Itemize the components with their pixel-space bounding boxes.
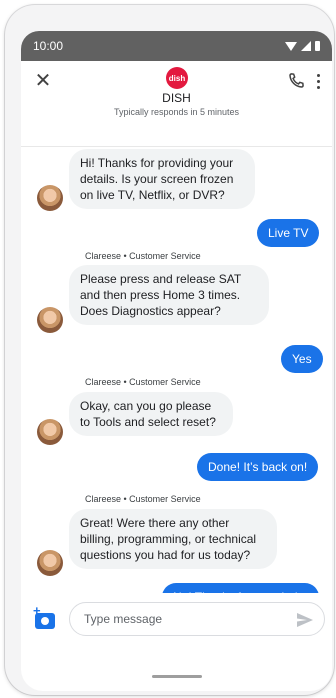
response-time-subtitle: Typically responds in 5 minutes <box>113 107 240 117</box>
message-input[interactable] <box>84 611 284 627</box>
message-bubble-user: Yes <box>281 345 323 373</box>
wifi-icon <box>285 41 297 51</box>
add-photo-icon[interactable]: + <box>33 603 59 631</box>
message-bubble-agent: Hi! Thanks for providing your details. I… <box>69 149 255 209</box>
brand-name: DISH <box>162 91 191 105</box>
sender-label: Clareese • Customer Service <box>85 251 201 261</box>
message-bubble-agent: Please press and release SAT and then pr… <box>69 265 269 325</box>
status-bar: 10:00 <box>21 31 332 61</box>
chat-header: ✕ dish DISH Typically responds in 5 minu… <box>21 61 332 147</box>
close-icon[interactable]: ✕ <box>31 69 55 93</box>
more-vert-icon[interactable] <box>310 71 326 91</box>
agent-avatar <box>37 307 63 333</box>
logo-text: dish <box>168 73 186 83</box>
message-bubble-agent: Great! Were there any other billing, pro… <box>69 509 277 569</box>
status-icons <box>285 41 320 51</box>
message-input-container[interactable] <box>69 602 325 636</box>
send-icon[interactable] <box>296 612 314 628</box>
phone-icon[interactable] <box>286 71 306 91</box>
status-time: 10:00 <box>33 39 64 53</box>
message-bubble-user: Live TV <box>257 219 320 247</box>
message-bubble-agent: Okay, can you go please to Tools and sel… <box>69 392 233 436</box>
sender-label: Clareese • Customer Service <box>85 377 201 387</box>
phone-frame: 10:00 ✕ dish DISH Typically responds in … <box>5 5 334 695</box>
message-composer: + <box>21 593 332 647</box>
battery-icon <box>315 41 320 51</box>
phone-screen: 10:00 ✕ dish DISH Typically responds in … <box>21 31 332 691</box>
agent-avatar <box>37 185 63 211</box>
message-bubble-user: Done! It’s back on! <box>197 453 319 481</box>
dish-logo: dish <box>166 67 188 89</box>
agent-avatar <box>37 550 63 576</box>
agent-avatar <box>37 419 63 445</box>
message-list: Hi! Thanks for providing your details. I… <box>21 147 332 593</box>
signal-icon <box>301 41 311 51</box>
sender-label: Clareese • Customer Service <box>85 494 201 504</box>
message-bubble-user: No! Thanks for your help. <box>162 583 319 593</box>
home-gesture-handle[interactable] <box>152 675 202 678</box>
